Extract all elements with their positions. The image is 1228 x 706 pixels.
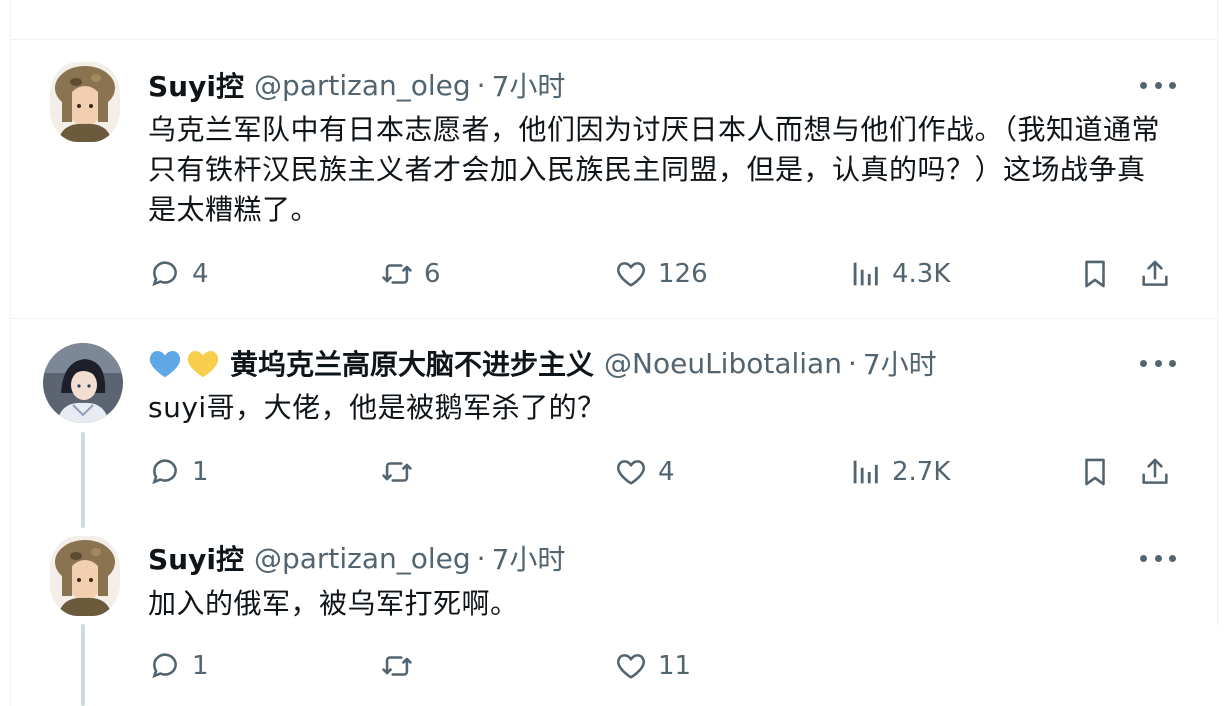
- avatar[interactable]: [50, 62, 120, 142]
- avatar-image: [50, 536, 120, 616]
- yellow-heart-icon: [187, 350, 219, 378]
- more-dot: [1154, 359, 1162, 367]
- analytics-icon: [853, 460, 878, 484]
- reply-count: 4: [192, 259, 209, 289]
- retweet-button[interactable]: [380, 452, 424, 492]
- like-count: 11: [658, 651, 692, 681]
- reply-icon: [152, 653, 177, 679]
- heart-icon: [617, 654, 645, 679]
- heart-icon: [617, 460, 645, 485]
- more-dot: [1169, 554, 1176, 562]
- reply-button[interactable]: 1: [148, 452, 209, 492]
- like-button[interactable]: 126: [614, 254, 708, 294]
- like-count: 4: [658, 457, 675, 487]
- thread-line: [81, 624, 85, 706]
- cropped-edge-fade: [968, 626, 1228, 706]
- share-button[interactable]: [1138, 452, 1182, 492]
- more-dot: [1169, 81, 1176, 89]
- share-icon: [1142, 260, 1168, 286]
- tweet-text: 加入的俄军，被乌军打死啊。: [148, 587, 519, 620]
- separator-dot: ·: [476, 68, 486, 102]
- separator-dot: ·: [847, 346, 857, 380]
- tweet-header: 黄坞克兰高原大脑不进步主义 @NoeuLibotalian · 7小时: [148, 345, 937, 381]
- more-options-button[interactable]: [1140, 353, 1176, 373]
- retweet-count: 6: [424, 259, 441, 289]
- retweet-button[interactable]: 6: [380, 254, 441, 294]
- blue-heart-icon: [149, 350, 181, 378]
- more-dot: [1140, 554, 1147, 562]
- more-dot: [1154, 554, 1162, 562]
- avatar[interactable]: [43, 343, 123, 423]
- retweet-icon: [382, 264, 412, 284]
- display-name[interactable]: Suyi控: [148, 65, 244, 105]
- like-button[interactable]: 11: [614, 646, 691, 686]
- analytics-icon: [853, 262, 878, 286]
- more-dot: [1140, 81, 1147, 89]
- separator-dot: ·: [476, 541, 486, 575]
- tweet-header: Suyi控 @partizan_oleg · 7小时: [148, 538, 566, 578]
- timestamp[interactable]: 7小时: [492, 65, 566, 105]
- display-name[interactable]: 黄坞克兰高原大脑不进步主义: [230, 343, 594, 383]
- views-count: 2.7K: [892, 457, 951, 487]
- views-count: 4.3K: [892, 259, 951, 289]
- bookmark-icon: [1085, 458, 1105, 486]
- user-handle[interactable]: @NoeuLibotalian: [604, 347, 842, 380]
- more-dot: [1154, 81, 1162, 89]
- timestamp[interactable]: 7小时: [863, 343, 937, 383]
- reply-count: 1: [192, 457, 209, 487]
- display-name[interactable]: Suyi控: [148, 538, 244, 578]
- share-button[interactable]: [1138, 254, 1182, 294]
- retweet-button[interactable]: [380, 646, 424, 686]
- tweet-text: suyi哥，大佬，他是被鹅军杀了的？: [148, 391, 606, 424]
- bookmark-icon: [1085, 260, 1105, 288]
- share-icon: [1142, 458, 1168, 484]
- more-dot: [1169, 359, 1176, 367]
- avatar-image: [50, 62, 120, 142]
- reply-icon: [152, 261, 177, 287]
- divider: [10, 318, 1218, 319]
- thread-line: [81, 432, 85, 528]
- retweet-icon: [382, 656, 412, 676]
- avatar[interactable]: [50, 536, 120, 616]
- tweet-header: Suyi控 @partizan_oleg · 7小时: [148, 65, 566, 105]
- bookmark-button[interactable]: [1078, 254, 1122, 294]
- bookmark-button[interactable]: [1078, 452, 1122, 492]
- more-dot: [1140, 359, 1147, 367]
- avatar-image: [43, 343, 123, 423]
- like-count: 126: [658, 259, 708, 289]
- views-button[interactable]: 2.7K: [848, 452, 950, 492]
- user-handle[interactable]: @partizan_oleg: [254, 542, 471, 575]
- action-bar: 4 6 126 4.3K: [148, 254, 1178, 294]
- reply-button[interactable]: 1: [148, 646, 209, 686]
- tweet-text: 乌克兰军队中有日本志愿者，他们因为讨厌日本人而想与他们作战。（我知道通常只有铁杆…: [148, 113, 1161, 226]
- timestamp[interactable]: 7小时: [492, 538, 566, 578]
- more-options-button[interactable]: [1140, 75, 1176, 95]
- action-bar: 1 4 2.7K: [148, 452, 1178, 492]
- user-handle[interactable]: @partizan_oleg: [254, 69, 471, 102]
- more-options-button[interactable]: [1140, 548, 1176, 568]
- reply-icon: [152, 459, 177, 485]
- views-button[interactable]: 4.3K: [848, 254, 950, 294]
- like-button[interactable]: 4: [614, 452, 675, 492]
- name-emoji: [148, 347, 224, 379]
- reply-count: 1: [192, 651, 209, 681]
- heart-icon: [617, 262, 645, 287]
- reply-button[interactable]: 4: [148, 254, 209, 294]
- retweet-icon: [382, 462, 412, 482]
